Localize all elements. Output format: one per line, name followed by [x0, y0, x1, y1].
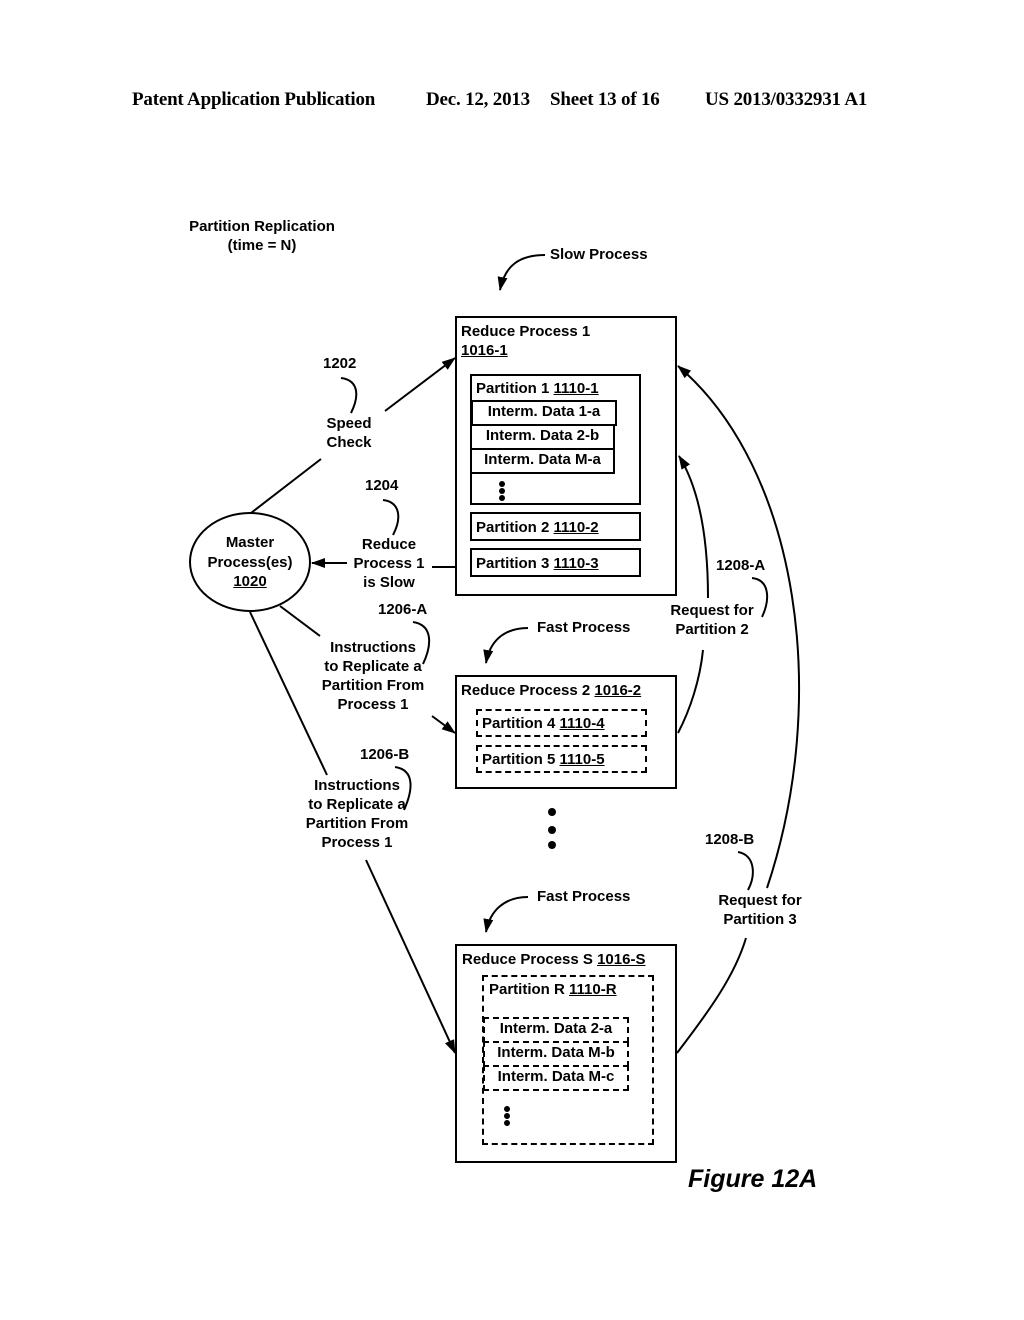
reduce-process-1-ref: 1016-1: [461, 342, 508, 359]
ellipsis-dot: [499, 495, 505, 501]
ref-1208b: 1208-B: [705, 831, 755, 848]
interm-data-row: Interm. Data 2-a: [483, 1017, 629, 1043]
partition-r-label: Partition R 1110-R: [489, 980, 617, 999]
leader-1202: [340, 377, 358, 414]
partition-r-ref: 1110-R: [569, 981, 617, 998]
fast-process-label-2: Fast Process: [537, 888, 631, 905]
instructions-a-line2: to Replicate a: [324, 658, 422, 675]
instructions-b-arrow: [365, 859, 456, 1054]
instructions-a-line1: Instructions: [330, 639, 416, 656]
process-ellipsis-dot: [548, 841, 556, 849]
partition-5-name: Partition 5: [482, 751, 556, 768]
instructions-a-line: [279, 605, 321, 637]
reduce-process-2-name: Reduce Process 2: [461, 682, 591, 699]
slow-notice-line1: Reduce: [361, 536, 417, 553]
partition-5-ref: 1110-5: [559, 751, 605, 768]
partition-5-label: Partition 5 1110-5: [482, 750, 605, 769]
partition-4-label: Partition 4 1110-4: [482, 714, 605, 733]
interm-data-row: Interm. Data 2-b: [470, 424, 615, 450]
ref-1202: 1202: [323, 355, 357, 372]
instructions-b-line4: Process 1: [321, 834, 393, 851]
speed-check-label-1: Speed: [326, 415, 372, 432]
reduce-process-2-ref: 1016-2: [594, 682, 642, 699]
partition-1-label: Partition 1 1110-1: [476, 379, 599, 398]
master-label-line1: Master: [225, 534, 275, 551]
ellipsis-dot: [504, 1120, 510, 1126]
request-partition-2-line1: Request for: [670, 602, 754, 619]
reduce-process-s-ref: 1016-S: [597, 951, 646, 968]
slow-process-label: Slow Process: [550, 246, 648, 263]
request-partition-2-lower: [677, 649, 704, 734]
instructions-a-line3: Partition From: [321, 677, 425, 694]
ref-1206b: 1206-B: [360, 746, 410, 763]
partition-3-label: Partition 3 1110-3: [476, 554, 599, 573]
instructions-b-line2: to Replicate a: [308, 796, 406, 813]
diagram-subtitle: (time = N): [227, 237, 297, 254]
partition-3-ref: 1110-3: [553, 555, 599, 572]
interm-data-row: Interm. Data M-b: [483, 1041, 629, 1067]
speed-check-label-2: Check: [326, 434, 372, 451]
ellipsis-dot: [504, 1113, 510, 1119]
slow-notice-line2: Process 1: [353, 555, 425, 572]
fast-process-pointer-arrow-2: [483, 896, 529, 933]
leader-1208b: [737, 851, 754, 891]
speed-check-line-lower: [250, 458, 322, 514]
request-partition-2-line2: Partition 2: [675, 621, 749, 638]
ellipsis-dot: [504, 1106, 510, 1112]
instructions-b-line3: Partition From: [305, 815, 409, 832]
request-partition-3-line1: Request for: [718, 892, 802, 909]
speed-check-arrow: [384, 357, 456, 412]
partition-2-label: Partition 2 1110-2: [476, 518, 599, 537]
partition-4-name: Partition 4: [482, 715, 556, 732]
process-ellipsis-dot: [548, 808, 556, 816]
reduce-process-2-title: Reduce Process 2 1016-2: [461, 681, 641, 700]
instructions-a-arrow: [431, 715, 456, 734]
interm-data-row: Interm. Data 1-a: [471, 400, 617, 426]
partition-2-name: Partition 2: [476, 519, 550, 536]
leader-1204: [382, 499, 400, 536]
slow-notice-line3: is Slow: [363, 574, 415, 591]
partition-2-ref: 1110-2: [553, 519, 599, 536]
partition-1-name: Partition 1: [476, 380, 550, 397]
reduce-process-1-title: Reduce Process 1: [461, 323, 591, 340]
process-ellipsis-dot: [548, 826, 556, 834]
partition-4-ref: 1110-4: [559, 715, 605, 732]
master-ref: 1020: [233, 573, 267, 590]
reduce-process-s-name: Reduce Process S: [462, 951, 593, 968]
ref-1208a: 1208-A: [716, 557, 766, 574]
request-partition-3-line2: Partition 3: [723, 911, 797, 928]
interm-data-row: Interm. Data M-a: [470, 448, 615, 474]
slow-process-pointer-arrow: [497, 254, 546, 291]
request-partition-3-lower: [676, 937, 747, 1054]
master-label-line2: Process(es): [207, 554, 293, 571]
request-partition-2-arrow: [678, 455, 709, 599]
fast-process-pointer-arrow-1: [483, 627, 529, 664]
instructions-b-line1: Instructions: [314, 777, 400, 794]
ref-1206a: 1206-A: [378, 601, 428, 618]
interm-data-row: Interm. Data M-c: [483, 1065, 629, 1091]
partition-1-ref: 1110-1: [553, 380, 599, 397]
diagram-title: Partition Replication: [189, 218, 335, 235]
ellipsis-dot: [499, 481, 505, 487]
partition-r-name: Partition R: [489, 981, 565, 998]
ellipsis-dot: [499, 488, 505, 494]
figure-label: Figure 12A: [688, 1165, 818, 1193]
fast-process-label-1: Fast Process: [537, 619, 631, 636]
ref-1204: 1204: [365, 477, 399, 494]
reduce-process-s-title: Reduce Process S 1016-S: [462, 950, 645, 969]
partition-3-name: Partition 3: [476, 555, 550, 572]
instructions-a-line4: Process 1: [337, 696, 409, 713]
